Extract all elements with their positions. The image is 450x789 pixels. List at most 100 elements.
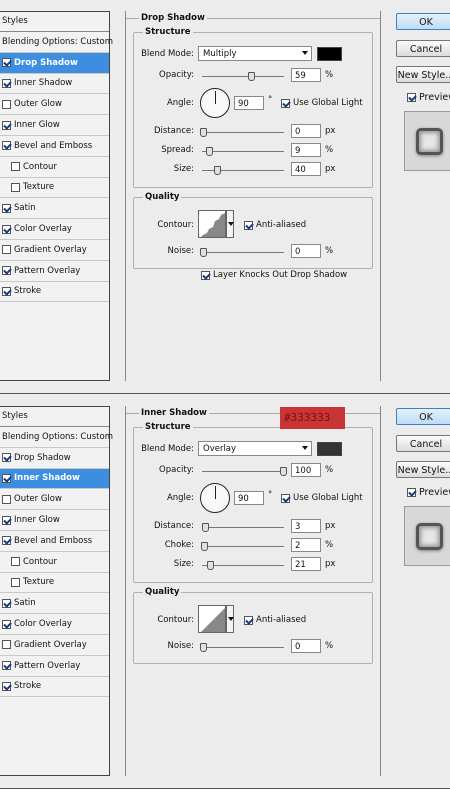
distance-slider[interactable] bbox=[202, 132, 284, 133]
distance-input[interactable]: 0 bbox=[291, 124, 321, 138]
distance-input[interactable]: 3 bbox=[291, 519, 321, 533]
style-item-contour[interactable]: Contour bbox=[0, 552, 109, 573]
new-style-button[interactable]: New Style... bbox=[396, 461, 450, 478]
style-item-drop-shadow[interactable]: Drop Shadow bbox=[0, 52, 109, 74]
checkbox-icon[interactable] bbox=[281, 98, 290, 108]
checkbox-icon[interactable] bbox=[2, 99, 11, 109]
styles-header[interactable]: Styles bbox=[0, 12, 109, 32]
angle-input[interactable]: 90 bbox=[234, 491, 264, 505]
checkbox-icon[interactable] bbox=[11, 577, 20, 587]
layer-knocks-out-checkbox[interactable]: Layer Knocks Out Drop Shadow bbox=[201, 270, 347, 280]
checkbox-icon[interactable] bbox=[407, 93, 416, 102]
checkbox-icon[interactable] bbox=[2, 245, 11, 255]
noise-input[interactable]: 0 bbox=[291, 244, 321, 258]
style-item-stroke[interactable]: Stroke bbox=[0, 282, 109, 303]
checkbox-icon[interactable] bbox=[2, 286, 11, 296]
spread-slider-thumb[interactable] bbox=[206, 147, 213, 156]
noise-slider-thumb[interactable] bbox=[200, 248, 207, 257]
contour-dropdown[interactable] bbox=[226, 210, 234, 238]
style-item-inner-glow[interactable]: Inner Glow bbox=[0, 115, 109, 136]
size-input[interactable]: 21 bbox=[291, 557, 321, 571]
size-slider[interactable] bbox=[202, 565, 284, 566]
style-item-gradient-overlay[interactable]: Gradient Overlay bbox=[0, 635, 109, 656]
checkbox-icon[interactable] bbox=[2, 681, 11, 691]
preview-checkbox[interactable]: Preview bbox=[407, 487, 450, 498]
distance-slider-thumb[interactable] bbox=[202, 523, 209, 532]
style-item-gradient-overlay[interactable]: Gradient Overlay bbox=[0, 240, 109, 261]
checkbox-icon[interactable] bbox=[244, 615, 253, 625]
checkbox-icon[interactable] bbox=[2, 58, 11, 68]
style-item-contour[interactable]: Contour bbox=[0, 157, 109, 178]
angle-input[interactable]: 90 bbox=[234, 96, 264, 110]
style-item-pattern-overlay[interactable]: Pattern Overlay bbox=[0, 656, 109, 677]
style-item-bevel-and-emboss[interactable]: Bevel and Emboss bbox=[0, 136, 109, 157]
checkbox-icon[interactable] bbox=[2, 224, 11, 234]
checkbox-icon[interactable] bbox=[2, 141, 11, 151]
style-item-inner-shadow[interactable]: Inner Shadow bbox=[0, 468, 109, 490]
style-item-inner-shadow[interactable]: Inner Shadow bbox=[0, 74, 109, 95]
cancel-button[interactable]: Cancel bbox=[396, 435, 450, 452]
opacity-input[interactable]: 59 bbox=[291, 68, 321, 82]
angle-dial[interactable] bbox=[200, 88, 230, 118]
checkbox-icon[interactable] bbox=[2, 640, 11, 650]
size-slider-thumb[interactable] bbox=[214, 166, 221, 175]
choke-slider[interactable] bbox=[202, 546, 284, 547]
choke-input[interactable]: 2 bbox=[291, 538, 321, 552]
opacity-slider-thumb[interactable] bbox=[248, 72, 255, 81]
ok-button[interactable]: OK bbox=[396, 408, 450, 425]
style-item-outer-glow[interactable]: Outer Glow bbox=[0, 489, 109, 511]
noise-slider[interactable] bbox=[202, 647, 284, 648]
checkbox-icon[interactable] bbox=[2, 598, 11, 608]
checkbox-icon[interactable] bbox=[2, 453, 11, 463]
checkbox-icon[interactable] bbox=[201, 270, 210, 280]
spread-input[interactable]: 9 bbox=[291, 143, 321, 157]
style-item-pattern-overlay[interactable]: Pattern Overlay bbox=[0, 261, 109, 282]
opacity-slider[interactable] bbox=[202, 76, 284, 77]
distance-slider[interactable] bbox=[202, 527, 284, 528]
ok-button[interactable]: OK bbox=[396, 13, 450, 30]
checkbox-icon[interactable] bbox=[2, 473, 11, 483]
checkbox-icon[interactable] bbox=[2, 661, 11, 671]
shadow-color-swatch[interactable] bbox=[317, 47, 342, 61]
style-item-outer-glow[interactable]: Outer Glow bbox=[0, 94, 109, 116]
blend-mode-select[interactable]: Multiply bbox=[198, 46, 312, 61]
shadow-color-swatch[interactable] bbox=[317, 442, 342, 456]
opacity-input[interactable]: 100 bbox=[291, 463, 321, 477]
spread-slider[interactable] bbox=[202, 151, 284, 152]
noise-input[interactable]: 0 bbox=[291, 639, 321, 653]
angle-dial[interactable] bbox=[200, 483, 230, 513]
checkbox-icon[interactable] bbox=[2, 494, 11, 504]
style-item-color-overlay[interactable]: Color Overlay bbox=[0, 614, 109, 635]
style-item-drop-shadow[interactable]: Drop Shadow bbox=[0, 448, 109, 469]
checkbox-icon[interactable] bbox=[2, 536, 11, 546]
checkbox-icon[interactable] bbox=[2, 120, 11, 130]
checkbox-icon[interactable] bbox=[11, 182, 20, 192]
style-item-stroke[interactable]: Stroke bbox=[0, 677, 109, 698]
checkbox-icon[interactable] bbox=[281, 493, 290, 503]
style-item-bevel-and-emboss[interactable]: Bevel and Emboss bbox=[0, 531, 109, 552]
checkbox-icon[interactable] bbox=[244, 220, 253, 230]
use-global-light-checkbox[interactable]: Use Global Light bbox=[281, 493, 363, 503]
blending-options-item[interactable]: Blending Options: Custom bbox=[0, 427, 113, 448]
anti-aliased-checkbox[interactable]: Anti-aliased bbox=[244, 220, 306, 230]
contour-dropdown[interactable] bbox=[226, 605, 234, 633]
checkbox-icon[interactable] bbox=[2, 203, 11, 213]
preview-checkbox[interactable]: Preview bbox=[407, 92, 450, 103]
size-input[interactable]: 40 bbox=[291, 162, 321, 176]
checkbox-icon[interactable] bbox=[11, 162, 20, 172]
style-item-satin[interactable]: Satin bbox=[0, 593, 109, 615]
opacity-slider[interactable] bbox=[202, 471, 284, 472]
anti-aliased-checkbox[interactable]: Anti-aliased bbox=[244, 615, 306, 625]
new-style-button[interactable]: New Style... bbox=[396, 66, 450, 83]
use-global-light-checkbox[interactable]: Use Global Light bbox=[281, 98, 363, 108]
style-item-texture[interactable]: Texture bbox=[0, 178, 109, 199]
choke-slider-thumb[interactable] bbox=[201, 542, 208, 551]
checkbox-icon[interactable] bbox=[2, 619, 11, 629]
checkbox-icon[interactable] bbox=[11, 557, 20, 567]
checkbox-icon[interactable] bbox=[2, 515, 11, 525]
blend-mode-select[interactable]: Overlay bbox=[198, 441, 312, 456]
checkbox-icon[interactable] bbox=[407, 488, 416, 497]
contour-preview[interactable] bbox=[198, 210, 226, 238]
noise-slider[interactable] bbox=[202, 252, 284, 253]
contour-preview[interactable] bbox=[198, 605, 226, 633]
